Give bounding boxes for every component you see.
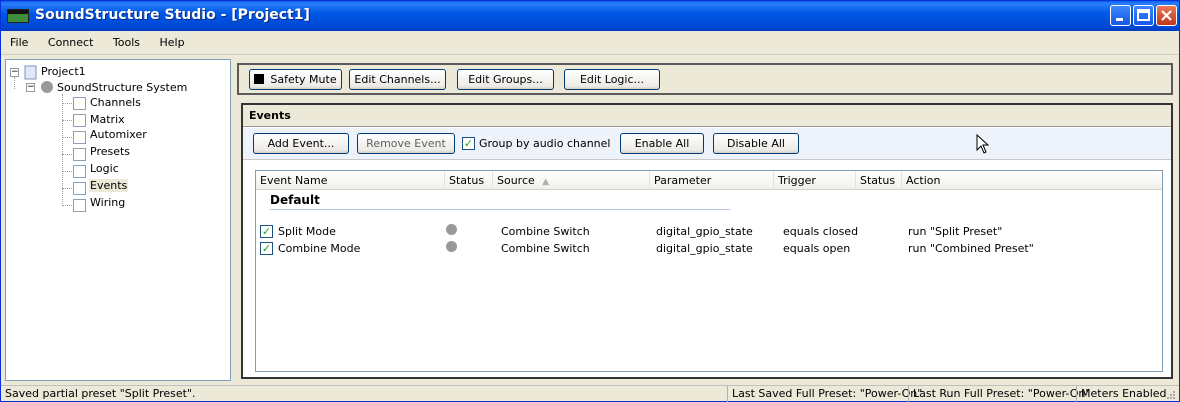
events-title: Events: [243, 105, 1171, 127]
col-action[interactable]: Action: [902, 171, 1162, 190]
project-icon: [24, 65, 37, 80]
edit-logic-button[interactable]: Edit Logic...: [564, 69, 660, 90]
event-action: run "Split Preset": [908, 225, 1003, 238]
remove-event-button[interactable]: Remove Event: [357, 133, 455, 154]
sort-asc-icon: ▲: [542, 177, 550, 187]
status-last-saved: Last Saved Full Preset: "Power-On": [727, 386, 926, 402]
events-table[interactable]: Event Name Status Source ▲ Parameter Tri…: [255, 170, 1163, 372]
group-by-checkbox[interactable]: ✓: [462, 137, 475, 150]
tree-item-project[interactable]: Project1: [41, 65, 86, 78]
minimize-button[interactable]: [1110, 5, 1131, 26]
mouse-cursor-icon: [976, 134, 990, 154]
project-tree[interactable]: − Project1 − SoundStructure System Chann…: [5, 59, 231, 381]
events-icon: [73, 182, 86, 195]
tree-item-logic[interactable]: Logic: [90, 162, 119, 175]
status-message: Saved partial preset "Split Preset".: [5, 387, 196, 400]
close-icon: [1161, 10, 1172, 21]
maximize-icon: [1137, 9, 1150, 21]
status-bar: Saved partial preset "Split Preset". Las…: [1, 385, 1179, 402]
disable-all-button[interactable]: Disable All: [713, 133, 799, 154]
automixer-icon: [73, 131, 86, 144]
maximize-button[interactable]: [1133, 5, 1154, 26]
enable-all-button[interactable]: Enable All: [620, 133, 704, 154]
wiring-icon: [73, 199, 86, 212]
group-header-default: Default: [270, 193, 320, 207]
collapse-icon[interactable]: −: [26, 83, 35, 92]
event-parameter: digital_gpio_state: [656, 225, 753, 238]
collapse-icon[interactable]: −: [10, 68, 19, 77]
events-action-bar: Add Event... Remove Event ✓ Group by aud…: [243, 128, 1171, 160]
resize-grip-icon[interactable]: [1165, 389, 1177, 401]
menu-help[interactable]: Help: [151, 31, 192, 49]
close-button[interactable]: [1156, 5, 1177, 26]
tree-item-presets[interactable]: Presets: [90, 145, 130, 158]
group-by-label: Group by audio channel: [479, 137, 611, 150]
status-indicator-icon: [446, 241, 457, 252]
title-bar[interactable]: SoundStructure Studio - [Project1]: [1, 1, 1179, 31]
event-trigger: equals closed: [783, 225, 859, 238]
main-window: SoundStructure Studio - [Project1] File …: [0, 0, 1180, 402]
row-enabled-checkbox[interactable]: ✓: [260, 242, 273, 255]
col-trigger[interactable]: Trigger: [774, 171, 856, 190]
tree-item-system[interactable]: SoundStructure System: [57, 81, 187, 94]
system-icon: [41, 81, 53, 93]
edit-channels-button[interactable]: Edit Channels...: [349, 69, 446, 90]
events-panel: Events Add Event... Remove Event ✓ Group…: [241, 103, 1173, 379]
matrix-icon: [73, 114, 86, 127]
menu-tools[interactable]: Tools: [104, 31, 147, 49]
logic-icon: [73, 165, 86, 178]
tree-item-automixer[interactable]: Automixer: [90, 128, 147, 141]
tree-item-events[interactable]: Events: [89, 179, 129, 192]
event-parameter: digital_gpio_state: [656, 242, 753, 255]
col-event-name[interactable]: Event Name: [256, 171, 445, 190]
status-last-run: Last Run Full Preset: "Power-On": [908, 386, 1094, 402]
status-meters: Meters Enabled: [1076, 386, 1171, 402]
channels-icon: [73, 97, 86, 110]
event-source: Combine Switch: [501, 242, 590, 255]
window-title: SoundStructure Studio - [Project1]: [35, 7, 310, 23]
mute-indicator-icon: [254, 74, 265, 84]
event-trigger: equals open: [783, 242, 851, 255]
group-divider: [270, 209, 730, 210]
tree-item-channels[interactable]: Channels: [90, 96, 141, 109]
event-action: run "Combined Preset": [908, 242, 1034, 255]
event-name: Split Mode: [278, 225, 336, 238]
event-source: Combine Switch: [501, 225, 590, 238]
tree-item-wiring[interactable]: Wiring: [90, 196, 125, 209]
status-indicator-icon: [446, 224, 457, 235]
col-source[interactable]: Source ▲: [493, 171, 650, 190]
add-event-button[interactable]: Add Event...: [253, 133, 349, 154]
safety-mute-button[interactable]: Safety Mute: [249, 69, 342, 90]
menu-connect[interactable]: Connect: [39, 31, 100, 49]
presets-icon: [73, 148, 86, 161]
col-status[interactable]: Status: [445, 171, 493, 190]
col-parameter[interactable]: Parameter: [650, 171, 774, 190]
col-status-2[interactable]: Status: [856, 171, 902, 190]
menu-bar: File Connect Tools Help: [1, 31, 1179, 55]
event-name: Combine Mode: [278, 242, 361, 255]
minimize-icon: [1116, 18, 1123, 21]
toolbar: Safety Mute Edit Channels... Edit Groups…: [237, 63, 1173, 95]
edit-groups-button[interactable]: Edit Groups...: [457, 69, 554, 90]
tree-item-matrix[interactable]: Matrix: [90, 113, 125, 126]
app-icon: [7, 9, 29, 23]
menu-file[interactable]: File: [1, 31, 35, 49]
row-enabled-checkbox[interactable]: ✓: [260, 225, 273, 238]
